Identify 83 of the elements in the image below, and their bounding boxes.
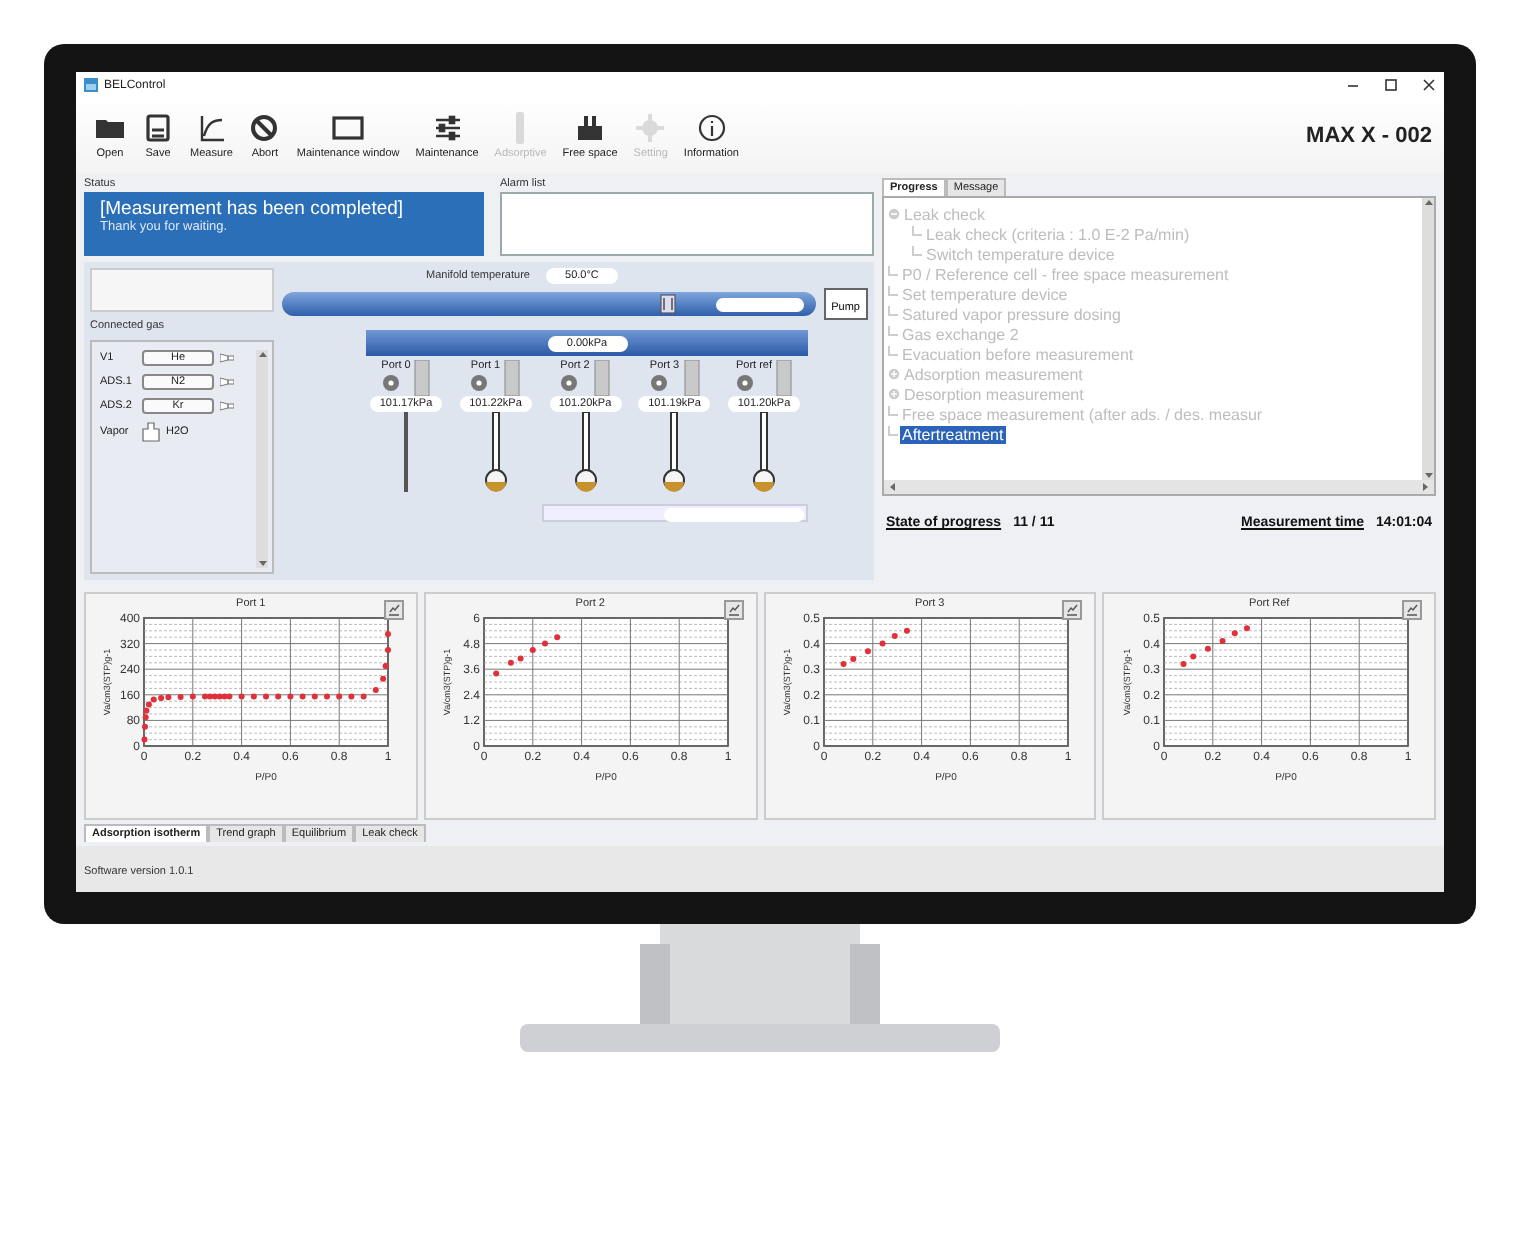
data-point — [312, 693, 319, 700]
valve-icon — [649, 374, 668, 392]
data-point — [190, 693, 197, 700]
progress-step[interactable]: Aftertreatment — [900, 425, 1006, 443]
port-connector-drawing — [504, 360, 521, 396]
data-point — [542, 640, 549, 647]
data-point — [850, 655, 857, 662]
port-connector-drawing — [593, 360, 610, 396]
data-point — [380, 675, 387, 682]
data-point — [864, 648, 871, 655]
scroll-up-icon[interactable] — [257, 350, 267, 358]
vial-icon — [142, 422, 160, 442]
data-point — [1204, 645, 1211, 652]
data-point — [349, 693, 356, 700]
data-point — [1231, 630, 1237, 637]
data-point — [903, 627, 910, 634]
rod-drawing — [402, 412, 410, 492]
gear-icon — [634, 112, 667, 144]
scrollbar[interactable] — [1422, 198, 1434, 480]
data-point — [1179, 661, 1186, 668]
pipe-field — [715, 297, 804, 311]
valve-icon — [381, 374, 400, 392]
data-point — [554, 634, 561, 641]
scrollbar[interactable] — [884, 480, 1434, 494]
sample-cell-drawing — [573, 412, 597, 492]
data-point — [288, 693, 295, 700]
data-point — [275, 693, 282, 700]
close-icon[interactable] — [1422, 78, 1436, 92]
data-point — [840, 661, 847, 668]
save-icon — [142, 112, 174, 144]
data-point — [879, 640, 886, 647]
apparatus-icon — [574, 112, 607, 144]
scroll-left-icon[interactable] — [888, 482, 896, 492]
data-point — [263, 693, 270, 700]
port-connector-drawing — [776, 360, 793, 396]
sample-cell-drawing — [483, 412, 508, 492]
cylinder-valve-icon — [220, 400, 234, 412]
data-point — [493, 670, 500, 677]
data-point — [373, 687, 380, 693]
chart-export-button[interactable] — [1062, 600, 1083, 620]
info-icon — [695, 112, 728, 144]
scrollbar[interactable] — [256, 350, 268, 568]
valve-icon — [735, 374, 754, 392]
data-point — [324, 693, 331, 700]
data-point — [530, 647, 537, 653]
app-logo-icon — [84, 78, 98, 92]
data-point — [891, 632, 898, 639]
cylinder-valve-icon — [220, 352, 234, 364]
chart-export-button[interactable] — [383, 600, 404, 620]
data-point — [383, 663, 390, 669]
chart-export-button[interactable] — [723, 600, 743, 620]
data-point — [300, 693, 307, 700]
info-field-inner — [664, 508, 804, 522]
maximize-icon[interactable] — [1384, 78, 1398, 92]
instrument-name: MAX X - 002 — [1306, 124, 1432, 148]
scroll-right-icon[interactable] — [1422, 482, 1430, 492]
data-point — [1243, 625, 1250, 632]
sliders-icon — [431, 112, 464, 144]
scroll-down-icon[interactable] — [257, 560, 267, 568]
valve-icon — [659, 294, 676, 314]
port-connector-drawing — [683, 360, 700, 396]
data-point — [251, 693, 258, 700]
port-connector-drawing — [414, 360, 431, 396]
valve-icon — [560, 374, 579, 392]
data-point — [142, 736, 149, 743]
status-title: [Measurement has been completed] — [100, 198, 406, 220]
data-point — [385, 647, 392, 653]
valve-icon — [470, 374, 489, 392]
chart-icon — [195, 112, 228, 144]
window-icon — [332, 112, 365, 144]
data-point — [239, 693, 246, 700]
chart-export-button[interactable] — [1402, 600, 1422, 620]
abort-icon — [248, 112, 281, 144]
data-point — [336, 693, 343, 700]
data-point — [1218, 638, 1225, 645]
data-point — [361, 693, 368, 700]
data-point — [385, 631, 392, 637]
scroll-up-icon[interactable] — [1423, 198, 1433, 206]
sample-cell-drawing — [662, 412, 687, 492]
cylinder-valve-icon — [220, 376, 234, 388]
data-point — [1189, 653, 1196, 660]
sample-cell-drawing — [752, 412, 776, 492]
data-point — [178, 694, 185, 701]
